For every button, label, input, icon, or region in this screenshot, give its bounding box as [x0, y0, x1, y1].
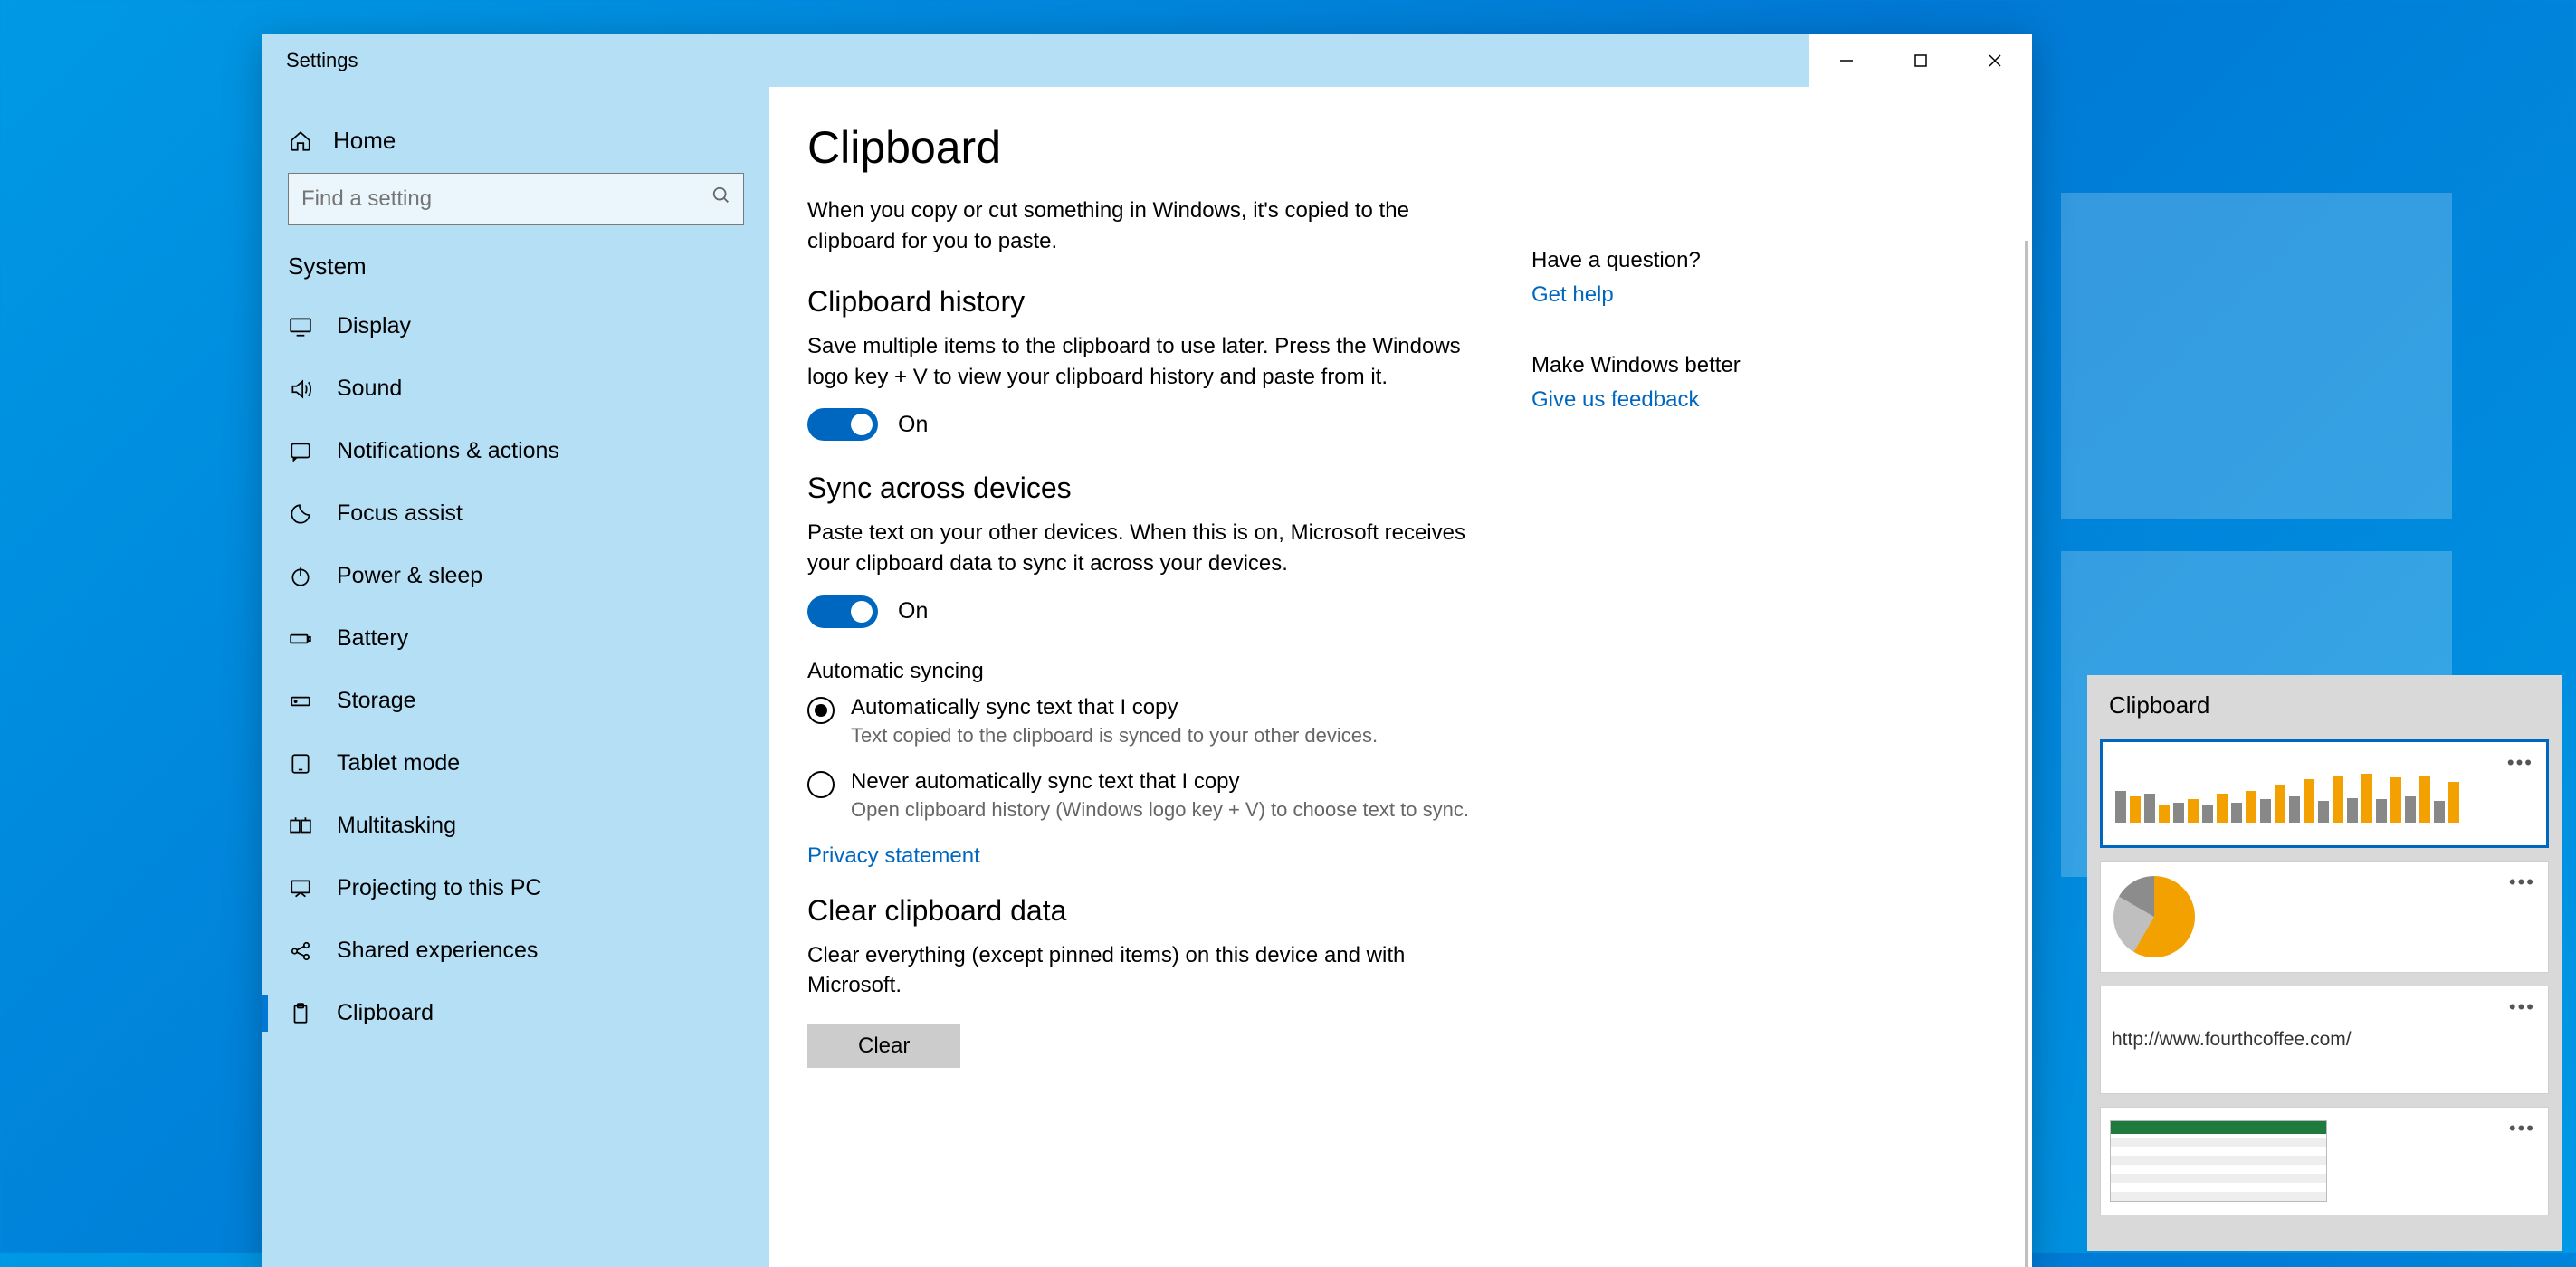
tablet-icon — [288, 751, 313, 776]
focus-assist-icon — [288, 501, 313, 527]
clipboard-item[interactable]: ••• — [2100, 1107, 2549, 1215]
radio-never-sync[interactable]: Never automatically sync text that I cop… — [807, 769, 1495, 822]
sidebar-item-tablet-mode[interactable]: Tablet mode — [262, 732, 769, 795]
clipboard-flyout-title: Clipboard — [2087, 675, 2562, 736]
clipboard-item[interactable]: ••• — [2100, 861, 2549, 973]
sidebar-item-label: Display — [337, 313, 411, 339]
section-sync-desc: Paste text on your other devices. When t… — [807, 518, 1495, 578]
home-icon — [288, 129, 313, 154]
sync-toggle-label: On — [898, 598, 928, 624]
clipboard-item[interactable]: http://www.fourthcoffee.com/ ••• — [2100, 986, 2549, 1094]
automatic-syncing-label: Automatic syncing — [807, 659, 1495, 684]
sound-icon — [288, 376, 313, 402]
maximize-button[interactable] — [1884, 34, 1958, 87]
notifications-icon — [288, 439, 313, 464]
projecting-icon — [288, 876, 313, 901]
sidebar-item-clipboard[interactable]: Clipboard — [262, 982, 769, 1044]
pie-chart-thumbnail — [2110, 871, 2498, 963]
sidebar-item-label: Tablet mode — [337, 750, 460, 776]
sidebar-item-storage[interactable]: Storage — [262, 670, 769, 732]
multitasking-icon — [288, 814, 313, 839]
sidebar-item-label: Clipboard — [337, 1000, 434, 1026]
sidebar-category-label: System — [262, 245, 769, 295]
window-title: Settings — [286, 49, 358, 72]
display-icon — [288, 314, 313, 339]
radio-auto-label: Automatically sync text that I copy — [851, 695, 1378, 720]
sidebar-item-label: Multitasking — [337, 813, 456, 839]
section-history-desc: Save multiple items to the clipboard to … — [807, 331, 1495, 392]
more-icon[interactable]: ••• — [2505, 1117, 2539, 1140]
radio-icon — [807, 697, 835, 724]
bar-chart-thumbnail — [2112, 751, 2496, 836]
more-icon[interactable]: ••• — [2505, 996, 2539, 1019]
search-input[interactable] — [288, 173, 744, 225]
sidebar-item-battery[interactable]: Battery — [262, 607, 769, 670]
power-icon — [288, 564, 313, 589]
sidebar-item-label: Battery — [337, 625, 408, 652]
sidebar-item-notifications[interactable]: Notifications & actions — [262, 420, 769, 482]
aside-feedback-title: Make Windows better — [1531, 353, 1803, 378]
settings-window: Settings Home System — [262, 34, 2032, 1267]
section-clear-desc: Clear everything (except pinned items) o… — [807, 940, 1495, 1001]
search-icon — [711, 186, 731, 210]
titlebar: Settings — [262, 34, 2032, 87]
sync-toggle[interactable] — [807, 595, 878, 628]
storage-icon — [288, 689, 313, 714]
shared-icon — [288, 938, 313, 964]
sidebar-item-label: Storage — [337, 688, 416, 714]
sidebar-item-label: Sound — [337, 376, 402, 402]
page-title: Clipboard — [807, 121, 1495, 174]
sidebar-item-display[interactable]: Display — [262, 295, 769, 357]
clipboard-item[interactable]: ••• — [2100, 739, 2549, 848]
sidebar-nav: Display Sound Notifications & actions Fo… — [262, 295, 769, 1267]
history-toggle[interactable] — [807, 408, 878, 441]
home-label: Home — [333, 127, 396, 155]
sidebar-item-label: Focus assist — [337, 500, 463, 527]
privacy-statement-link[interactable]: Privacy statement — [807, 843, 980, 869]
clipboard-flyout: Clipboard ••• — [2087, 675, 2562, 1251]
clipboard-text-content: http://www.fourthcoffee.com/ — [2110, 996, 2498, 1084]
clear-button[interactable]: Clear — [807, 1024, 960, 1068]
section-history-title: Clipboard history — [807, 285, 1495, 319]
sidebar-item-focus-assist[interactable]: Focus assist — [262, 482, 769, 545]
feedback-link[interactable]: Give us feedback — [1531, 387, 1699, 412]
aside-question-title: Have a question? — [1531, 248, 1803, 273]
radio-auto-desc: Text copied to the clipboard is synced t… — [851, 724, 1378, 748]
battery-icon — [288, 626, 313, 652]
sidebar-item-label: Shared experiences — [337, 938, 538, 964]
history-toggle-label: On — [898, 412, 928, 438]
sidebar-item-label: Power & sleep — [337, 563, 482, 589]
sidebar-item-shared-experiences[interactable]: Shared experiences — [262, 919, 769, 982]
radio-auto-sync[interactable]: Automatically sync text that I copy Text… — [807, 695, 1495, 748]
sidebar-item-projecting[interactable]: Projecting to this PC — [262, 857, 769, 919]
minimize-button[interactable] — [1809, 34, 1884, 87]
close-button[interactable] — [1958, 34, 2032, 87]
get-help-link[interactable]: Get help — [1531, 282, 1614, 307]
radio-icon — [807, 771, 835, 798]
sidebar-item-label: Notifications & actions — [337, 438, 559, 464]
main-pane: Clipboard When you copy or cut something… — [769, 87, 2032, 1267]
window-controls — [1809, 34, 2032, 87]
sidebar-item-label: Projecting to this PC — [337, 875, 542, 901]
clipboard-icon — [288, 1001, 313, 1026]
content-column: Clipboard When you copy or cut something… — [807, 121, 1495, 1267]
section-sync-title: Sync across devices — [807, 472, 1495, 505]
sidebar-item-sound[interactable]: Sound — [262, 357, 769, 420]
page-lead: When you copy or cut something in Window… — [807, 195, 1495, 256]
sidebar-item-power-sleep[interactable]: Power & sleep — [262, 545, 769, 607]
radio-never-desc: Open clipboard history (Windows logo key… — [851, 798, 1469, 822]
sidebar: Home System Display Sound — [262, 87, 769, 1267]
radio-never-label: Never automatically sync text that I cop… — [851, 769, 1469, 795]
aside-column: Have a question? Get help Make Windows b… — [1531, 121, 1803, 1267]
clipboard-list[interactable]: ••• ••• http://www.fourthcoffee.com/ •••… — [2087, 736, 2562, 1251]
sidebar-item-multitasking[interactable]: Multitasking — [262, 795, 769, 857]
more-icon[interactable]: ••• — [2505, 871, 2539, 894]
clipboard-text: http://www.fourthcoffee.com/ — [2110, 1025, 2353, 1054]
section-clear-title: Clear clipboard data — [807, 894, 1495, 928]
more-icon[interactable]: ••• — [2504, 751, 2537, 775]
sidebar-home[interactable]: Home — [262, 114, 769, 173]
spreadsheet-thumbnail — [2110, 1117, 2498, 1205]
